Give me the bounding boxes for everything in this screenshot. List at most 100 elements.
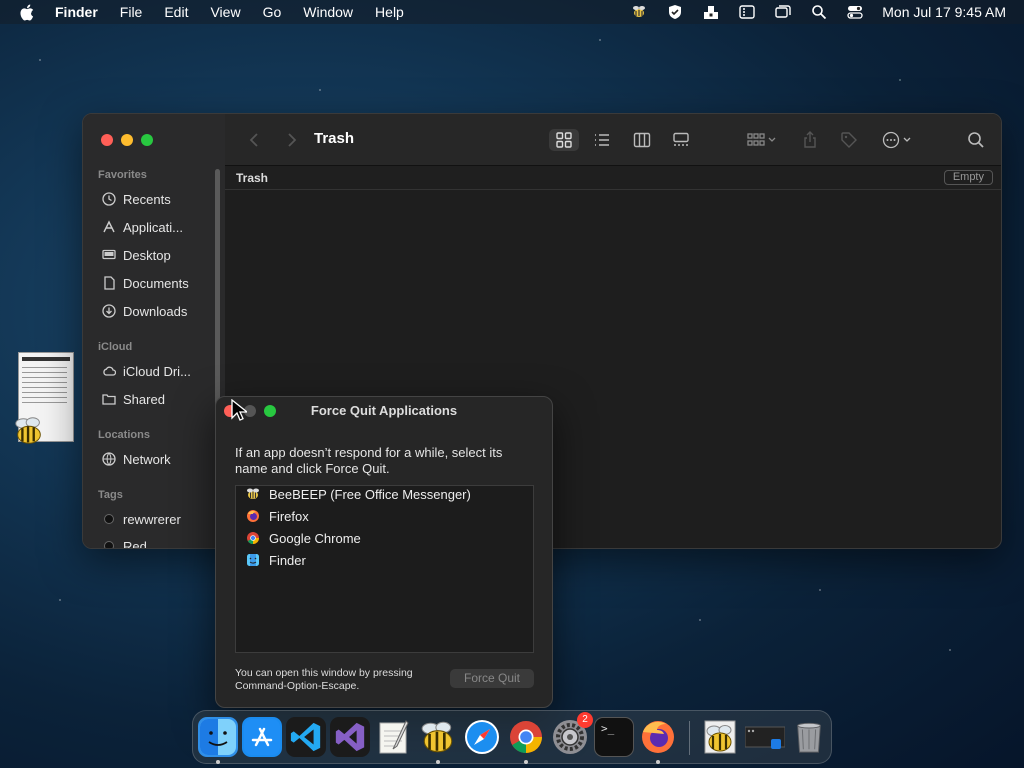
forward-button[interactable] (281, 129, 301, 151)
safari-compass-icon (465, 720, 499, 754)
beebeep-icon[interactable] (630, 4, 648, 20)
sidebar-item-tag-red[interactable]: Red (101, 536, 147, 548)
sidebar-item-shared[interactable]: Shared (101, 389, 165, 409)
list-view-button[interactable] (589, 129, 615, 151)
list-item[interactable]: BeeBEEP (Free Office Messenger) (246, 484, 471, 504)
force-quit-dialog: Force Quit Applications If an app doesn’… (215, 396, 553, 708)
dock-trash[interactable] (789, 717, 829, 757)
dock-app-store[interactable] (242, 717, 282, 757)
screens-icon[interactable] (774, 4, 792, 20)
dock-textedit[interactable] (374, 717, 414, 757)
dock-beebeep[interactable] (418, 717, 458, 757)
app-store-icon (244, 719, 280, 755)
window-title: Trash (314, 130, 355, 147)
list-item[interactable]: Finder (246, 550, 306, 570)
menu-go[interactable]: Go (263, 4, 282, 20)
zoom-button[interactable] (141, 134, 153, 146)
finder-icon (200, 719, 236, 755)
chrome-icon (510, 721, 542, 753)
firefox-icon (247, 510, 259, 522)
window-controls (101, 134, 153, 146)
app-name: Firefox (269, 508, 309, 524)
trash-icon (797, 722, 821, 753)
sidebar-header-icloud: iCloud (98, 341, 133, 353)
search-icon[interactable] (810, 4, 828, 20)
dock-safari[interactable] (462, 717, 502, 757)
share-button[interactable] (800, 129, 820, 151)
trash-header-bar: Trash Empty (225, 166, 1001, 190)
sidebar-item-desktop[interactable]: Desktop (101, 245, 171, 265)
dock-chrome[interactable] (506, 717, 546, 757)
search-button[interactable] (965, 129, 987, 151)
menu-help[interactable]: Help (375, 4, 404, 20)
finder-icon (247, 554, 259, 566)
dock-finder-minimized[interactable] (745, 717, 785, 757)
dock-system-settings[interactable]: 2 (550, 712, 593, 757)
apple-menu-icon[interactable] (19, 4, 35, 21)
back-button[interactable] (245, 129, 265, 151)
dock-firefox[interactable] (638, 717, 678, 757)
beebeep-bee-icon (421, 721, 453, 753)
clock-icon (101, 191, 117, 207)
tag-button[interactable] (839, 129, 859, 151)
sidebar-item-label: Downloads (123, 303, 188, 319)
sidebar-item-network[interactable]: Network (101, 449, 171, 469)
close-button[interactable] (101, 134, 113, 146)
beebeep-icon (247, 488, 259, 499)
dock-beebeep-minimized[interactable] (701, 717, 741, 757)
icon-view-button[interactable] (549, 129, 579, 151)
sidebar-item-downloads[interactable]: Downloads (101, 301, 187, 321)
force-quit-button[interactable]: Force Quit (450, 669, 534, 688)
terminal-prompt-icon: >_ (601, 722, 615, 735)
textedit-icon (379, 720, 409, 754)
action-menu-button[interactable] (877, 129, 917, 151)
user-icon[interactable] (702, 4, 720, 20)
group-by-button[interactable] (741, 129, 781, 151)
cloud-icon (101, 363, 117, 379)
sidebar-item-label: Recents (123, 191, 171, 207)
menu-finder[interactable]: Finder (55, 4, 98, 20)
gallery-view-button[interactable] (667, 129, 695, 151)
running-indicator (216, 760, 220, 764)
application-list[interactable]: BeeBEEP (Free Office Messenger) Firefox … (235, 485, 534, 653)
desktop-file-thumbnail[interactable] (15, 350, 74, 444)
dock-visual-studio[interactable] (330, 717, 370, 757)
minimized-window-icon (745, 726, 785, 749)
dialog-description: If an app doesn’t respond for a while, s… (235, 445, 503, 476)
window-list-icon[interactable] (738, 4, 756, 20)
dock-terminal[interactable]: >_ (594, 717, 634, 757)
empty-trash-button[interactable]: Empty (943, 170, 993, 185)
minimize-button[interactable] (121, 134, 133, 146)
sidebar-item-documents[interactable]: Documents (101, 273, 189, 293)
control-center-icon[interactable] (846, 4, 864, 20)
menu-file[interactable]: File (120, 4, 143, 20)
shield-vpn-icon[interactable] (666, 4, 684, 20)
trash-label: Trash (236, 171, 269, 185)
sidebar-header-locations: Locations (98, 429, 150, 441)
globe-icon (101, 451, 117, 467)
sidebar-item-recents[interactable]: Recents (101, 189, 171, 209)
sidebar-item-tag-rewwrerer[interactable]: rewwrerer (101, 509, 181, 529)
menu-view[interactable]: View (210, 4, 240, 20)
menu-edit[interactable]: Edit (164, 4, 188, 20)
menu-window[interactable]: Window (303, 4, 353, 20)
column-view-button[interactable] (629, 129, 655, 151)
sidebar-item-label: Documents (123, 275, 189, 291)
chevron-right-icon (288, 133, 297, 147)
sidebar-item-icloud-drive[interactable]: iCloud Dri... (101, 361, 191, 381)
sidebar-item-applications[interactable]: Applicati... (101, 217, 183, 237)
document-icon (101, 275, 117, 291)
list-item[interactable]: Firefox (246, 506, 309, 526)
dock-vscode[interactable] (286, 717, 326, 757)
applications-icon (101, 219, 117, 235)
list-item[interactable]: Google Chrome (246, 528, 361, 548)
app-name: Google Chrome (269, 530, 361, 546)
dock-finder[interactable] (198, 717, 238, 757)
tag-dot-icon (101, 538, 117, 548)
menubar-clock[interactable]: Mon Jul 17 9:45 AM (882, 4, 1006, 20)
chrome-icon (247, 532, 259, 544)
sidebar-item-label: iCloud Dri... (123, 363, 191, 379)
share-icon (804, 131, 816, 148)
app-name: BeeBEEP (Free Office Messenger) (269, 486, 471, 502)
menu-bar: Finder File Edit View Go Window Help Mon… (0, 0, 1024, 24)
